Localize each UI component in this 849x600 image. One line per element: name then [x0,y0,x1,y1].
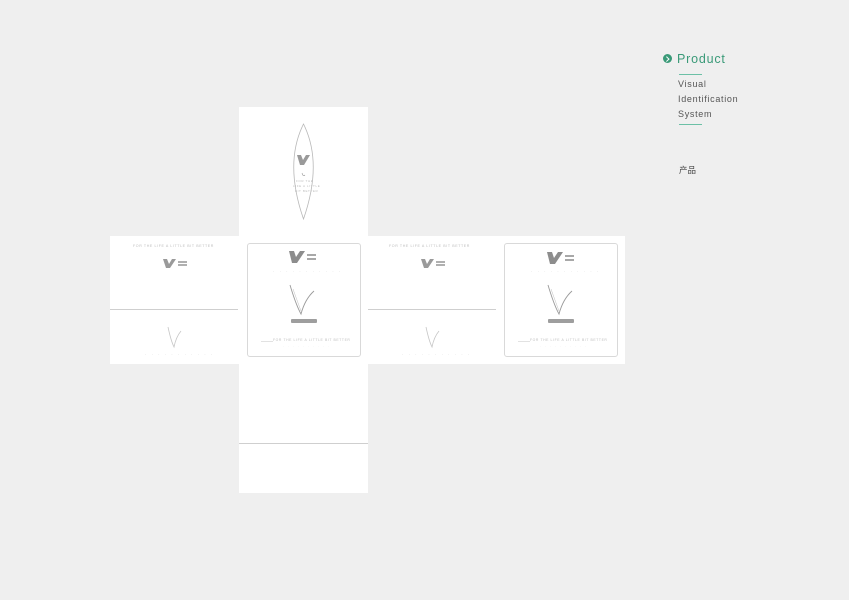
brand-logo-mark [547,252,574,264]
product-name-badge [291,319,317,323]
side-panel-2-slogan: FOR THE LIFE A LITTLE BIT BETTER [389,244,470,248]
side-panel-2-dotted-text: · · · · · · · · · · · [402,353,472,357]
leaf-icon [289,284,315,316]
front-face-2-slogan: FOR THE LIFE A LITTLE BIT BETTER [530,338,608,342]
chevron-right-icon [663,54,672,63]
diamond-text-line-1: FOR THE [296,179,314,183]
subtitle-line-2: Identification [678,94,739,104]
front-face-1-dotted-text: · · · · · · · · · · · [273,270,343,274]
category-label: 产品 [679,165,697,175]
leaf-icon [425,326,440,349]
front-face-2-dotted-text: · · · · · · · · · · · [531,270,601,274]
middle-fold-line [368,309,496,310]
front-face-1-slogan: FOR THE LIFE A LITTLE BIT BETTER [273,338,351,342]
accent-divider-top [679,74,702,75]
leaf-icon [547,284,573,316]
brand-logo-mark [297,155,310,165]
section-title: Product [677,52,726,66]
subtitle-line-1: Visual [678,79,707,89]
brand-logo-mark [289,251,316,263]
side-panel-1-slogan: FOR THE LIFE A LITTLE BIT BETTER [133,244,214,248]
diamond-emblem [293,123,314,220]
side-panel-1-dotted-text: · · · · · · · · · · · [145,353,215,357]
front-face-1-dotted-footer: · · · · · · · · · · [283,344,331,348]
accent-divider-bottom [679,124,702,125]
front-face-2-dotted-footer: · · · · · · · · · · [540,344,588,348]
bottom-fold-line [239,443,368,444]
subtitle-line-3: System [678,109,713,119]
leaf-icon [301,172,306,176]
bottom-flap-panel [239,364,368,493]
diamond-text-line-3: BIT BETTER [295,189,319,193]
brand-logo-mark [421,259,445,268]
brand-logo-mark [163,259,187,268]
product-name-badge [548,319,574,323]
left-fold-line [110,309,238,310]
leaf-icon [167,326,182,349]
diamond-text-line-2: LIFE A LITTLE [293,184,321,188]
